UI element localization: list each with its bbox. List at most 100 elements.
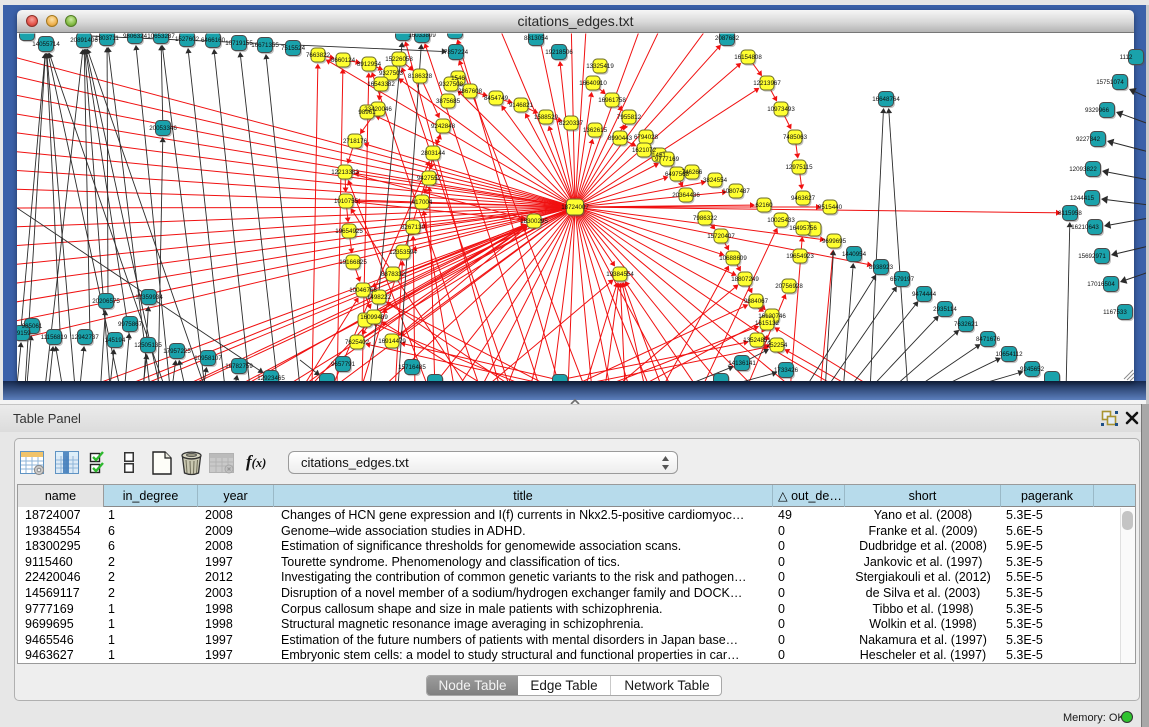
svg-text:8220337: 8220337 [559,120,584,127]
svg-text:20364436: 20364436 [672,192,700,199]
svg-text:7485063: 7485063 [783,134,808,141]
svg-text:18724007: 18724007 [561,204,589,211]
svg-text:9242848: 9242848 [431,123,456,130]
svg-text:18300295: 18300295 [520,218,548,225]
svg-text:16961758: 16961758 [598,97,626,104]
svg-text:7515524: 7515524 [281,45,306,52]
svg-text:12353594: 12353594 [389,249,417,256]
svg-text:9975867: 9975867 [118,321,143,328]
svg-text:8878332: 8878332 [381,271,406,278]
svg-text:16033809: 16033809 [408,32,436,39]
svg-text:19218506: 19218506 [545,49,573,56]
svg-text:10719155: 10719155 [225,40,253,47]
svg-text:10958107: 10958107 [194,355,222,362]
svg-text:10688609: 10688609 [719,255,747,262]
svg-text:252254: 252254 [767,342,788,349]
svg-text:19166825: 19166825 [339,259,367,266]
svg-text:16782759: 16782759 [225,363,253,370]
svg-text:2087682: 2087682 [715,35,740,42]
svg-text:9657791: 9657791 [331,361,356,368]
svg-text:12093822: 12093822 [1069,166,1097,173]
svg-text:13325419: 13325419 [586,63,614,70]
svg-text:1588520: 1588520 [534,114,559,121]
svg-text:14136141: 14136141 [728,360,756,367]
svg-text:7857224: 7857224 [444,49,469,56]
svg-text:8813054: 8813054 [524,35,549,42]
svg-text:9427552: 9427552 [417,175,442,182]
svg-text:3824554: 3824554 [703,177,728,184]
svg-text:8267130: 8267130 [401,224,426,231]
svg-text:12213383: 12213383 [331,169,359,176]
svg-text:11156819: 11156819 [41,334,68,341]
svg-text:1527602: 1527602 [175,36,200,43]
svg-text:16543382: 16543382 [367,81,395,88]
svg-text:12975115: 12975115 [785,164,813,171]
svg-text:16495756: 16495756 [789,225,817,232]
svg-text:3875685: 3875685 [436,98,461,105]
svg-text:17957225: 17957225 [163,348,191,355]
svg-text:16671355: 16671355 [251,42,279,49]
svg-text:8938923: 8938923 [869,264,894,271]
svg-text:985061: 985061 [22,323,43,330]
svg-text:16154808: 16154808 [734,54,762,61]
svg-text:9227342: 9227342 [1076,136,1101,143]
svg-text:12923465: 12923465 [257,375,285,382]
svg-text:18807249: 18807249 [731,276,759,283]
svg-text:9777169: 9777169 [655,156,680,163]
svg-text:6794028: 6794028 [634,134,659,141]
svg-text:1362615: 1362615 [583,127,608,134]
svg-text:17359934: 17359934 [135,294,163,301]
svg-text:39159: 39159 [13,330,31,337]
svg-text:10653287: 10653287 [147,33,175,40]
svg-text:12213967: 12213967 [753,80,781,87]
svg-text:10654112: 10654112 [995,351,1023,358]
svg-text:9245652: 9245652 [1020,366,1045,373]
svg-text:8471676: 8471676 [976,336,1001,343]
svg-text:16120746: 16120746 [758,313,786,320]
svg-text:8454749: 8454749 [484,95,509,102]
svg-text:16210643: 16210643 [1071,224,1099,231]
svg-text:7632621: 7632621 [954,321,979,328]
svg-text:7625402: 7625402 [345,339,370,346]
svg-text:16099489: 16099489 [360,314,388,321]
svg-text:1498222: 1498222 [367,294,392,301]
svg-text:62160: 62160 [755,202,773,209]
svg-text:1615132: 1615132 [755,320,780,327]
svg-text:12505135: 12505135 [134,342,162,349]
svg-text:8660124: 8660124 [331,57,356,64]
svg-text:1733426: 1733426 [774,367,799,374]
svg-text:15751074: 15751074 [1096,79,1124,86]
svg-text:10046766: 10046766 [349,287,377,294]
svg-text:10807487: 10807487 [722,188,750,195]
svg-text:145194: 145194 [105,337,126,344]
svg-text:16640910: 16640910 [579,80,607,87]
svg-text:10973493: 10973493 [767,106,795,113]
svg-text:6466160: 6466160 [201,37,226,44]
svg-text:15226058: 15226058 [385,56,413,63]
svg-text:19654925: 19654925 [335,228,363,235]
svg-text:2718176: 2718176 [343,138,368,145]
svg-text:6497568: 6497568 [665,171,690,178]
svg-text:9146821: 9146821 [509,102,534,109]
svg-text:8990443: 8990443 [608,135,633,142]
svg-text:7663822: 7663822 [306,52,331,59]
svg-text:9327503: 9327503 [379,70,404,77]
svg-text:1803711: 1803711 [95,35,119,42]
svg-text:10025433: 10025433 [767,217,795,224]
svg-text:9463627: 9463627 [791,195,816,202]
svg-text:8186328: 8186328 [408,73,433,80]
svg-text:15692971: 15692971 [1078,253,1106,260]
svg-text:98961: 98961 [358,109,376,116]
svg-text:1440954: 1440954 [842,251,867,258]
svg-text:9699695: 9699695 [822,238,847,245]
svg-text:1167533: 1167533 [1103,309,1127,316]
svg-text:20756928: 20756928 [775,283,803,290]
svg-text:12942737: 12942737 [71,334,99,341]
svg-text:20206575: 20206575 [92,298,120,305]
svg-text:20891406: 20891406 [70,37,98,44]
svg-text:9329966: 9329966 [1085,107,1110,114]
svg-text:7986322: 7986322 [693,215,718,222]
svg-text:2935114: 2935114 [933,306,957,313]
svg-text:19654923: 19654923 [786,253,814,260]
svg-text:2803144: 2803144 [421,150,446,157]
